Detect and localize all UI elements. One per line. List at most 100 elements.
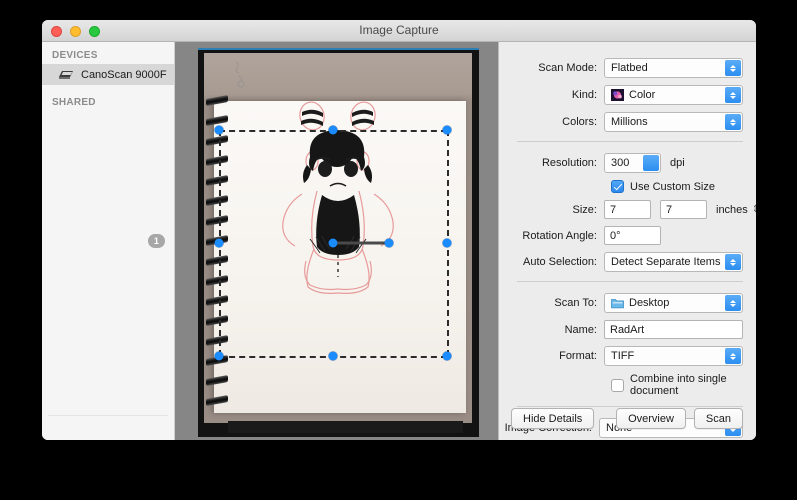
- row-name: Name: RadArt: [499, 320, 756, 339]
- window-body: DEVICES CanoScan 9000F SHARED 1 Scan Mod…: [42, 42, 756, 440]
- row-use-custom-size[interactable]: Use Custom Size: [499, 180, 756, 193]
- resolution-label: Resolution:: [541, 157, 597, 169]
- scanned-photo: [204, 53, 472, 423]
- scanner-bed-top-edge: [198, 48, 479, 50]
- kind-select[interactable]: Color: [604, 85, 743, 105]
- stepper-updown-icon: ⇕: [751, 204, 756, 215]
- scan-button[interactable]: Scan: [693, 408, 743, 429]
- combine-label: Combine into single document: [630, 373, 727, 397]
- size-unit-label: inches: [716, 203, 748, 216]
- kind-label: Kind:: [571, 89, 597, 101]
- scan-preview-area[interactable]: [175, 42, 499, 440]
- format-select[interactable]: TIFF: [604, 346, 743, 366]
- resolution-unit: dpi: [670, 157, 685, 169]
- scanner-bed-shadow: [228, 421, 463, 433]
- sidebar-divider: [48, 415, 168, 416]
- name-input[interactable]: RadArt: [604, 320, 743, 339]
- scan-mode-label: Scan Mode:: [538, 62, 597, 74]
- colors-value: Millions: [611, 116, 648, 128]
- scan-mode-value: Flatbed: [611, 62, 648, 74]
- chevron-down-icon: [643, 155, 659, 171]
- image-capture-window: Image Capture DEVICES CanoScan 9000F SHA…: [42, 20, 756, 440]
- colors-label: Colors:: [562, 116, 597, 128]
- row-size: Size: 7 7 inches ⇕: [499, 200, 756, 219]
- rotation-angle-input[interactable]: 0°: [604, 226, 661, 245]
- chevron-updown-icon: [725, 254, 741, 270]
- spiral-coil: [206, 155, 228, 166]
- character-drawing: [282, 101, 394, 294]
- scanner-icon: [59, 71, 73, 79]
- resolution-value: 300: [611, 157, 630, 169]
- auto-selection-select[interactable]: Detect Separate Items: [604, 252, 743, 272]
- spiral-coil: [206, 115, 228, 126]
- row-scan-to: Scan To: Desktop: [499, 293, 756, 313]
- divider-2: [517, 281, 743, 282]
- color-swatch-icon: [611, 89, 624, 101]
- row-auto-selection: Auto Selection: Detect Separate Items: [499, 252, 756, 272]
- scan-mode-select[interactable]: Flatbed: [604, 58, 743, 78]
- sidebar-section-header-devices: DEVICES: [52, 50, 98, 61]
- format-value: TIFF: [611, 350, 635, 362]
- auto-selection-label: Auto Selection:: [523, 256, 597, 268]
- row-rotation-angle: Rotation Angle: 0°: [499, 226, 756, 245]
- spiral-coil: [206, 275, 228, 286]
- scanner-bed: [198, 48, 479, 437]
- sidebar-item-label: CanoScan 9000F: [81, 68, 167, 81]
- row-resolution: Resolution: 300 dpi: [499, 153, 756, 173]
- spiral-coil: [206, 235, 228, 246]
- sidebar: DEVICES CanoScan 9000F SHARED 1: [42, 42, 175, 440]
- chevron-updown-icon: [725, 295, 741, 311]
- chevron-updown-icon: [725, 114, 741, 130]
- spiral-coil: [206, 175, 228, 186]
- chevron-updown-icon: [725, 60, 741, 76]
- scan-to-value: Desktop: [629, 297, 670, 309]
- spiral-coil: [206, 395, 228, 406]
- spiral-coil: [206, 315, 228, 326]
- chevron-updown-icon: [725, 348, 741, 364]
- spiral-binding: [204, 95, 230, 417]
- size-height-input[interactable]: 7: [660, 200, 707, 219]
- resolution-combo[interactable]: 300: [604, 153, 661, 173]
- title-bar[interactable]: Image Capture: [42, 20, 756, 42]
- row-scan-mode: Scan Mode: Flatbed: [499, 58, 756, 78]
- row-format: Format: TIFF: [499, 346, 756, 366]
- action-button-bar: Hide Details Overview Scan: [499, 408, 756, 429]
- combine-checkbox[interactable]: [611, 378, 624, 392]
- spiral-coil: [206, 135, 228, 146]
- overview-button[interactable]: Overview: [616, 408, 686, 429]
- use-custom-size-checkbox[interactable]: [611, 180, 624, 193]
- divider-3: [517, 406, 743, 407]
- scan-options-panel: Scan Mode: Flatbed Kind: Color Colors: M…: [499, 42, 756, 440]
- kind-value: Color: [629, 89, 656, 101]
- faint-sketch-marks-icon: [235, 61, 245, 88]
- name-label: Name:: [564, 323, 597, 336]
- chevron-updown-icon: [725, 87, 741, 103]
- format-label: Format:: [559, 350, 597, 362]
- size-label: Size:: [572, 203, 597, 216]
- spiral-coil: [206, 195, 228, 206]
- spiral-coil: [206, 375, 228, 386]
- divider-1: [517, 141, 743, 142]
- spiral-coil: [206, 215, 228, 226]
- row-colors: Colors: Millions: [499, 112, 756, 132]
- row-kind: Kind: Color: [499, 85, 756, 105]
- sidebar-section-shared-label: SHARED: [52, 97, 96, 108]
- colors-select[interactable]: Millions: [604, 112, 743, 132]
- scan-to-select[interactable]: Desktop: [604, 293, 743, 313]
- sidebar-item-canoscan-9000f[interactable]: CanoScan 9000F: [42, 64, 174, 85]
- size-unit-stepper[interactable]: inches ⇕: [716, 204, 756, 216]
- size-width-input[interactable]: 7: [604, 200, 651, 219]
- folder-icon: [611, 299, 624, 309]
- window-title: Image Capture: [359, 23, 439, 37]
- spiral-coil: [206, 335, 228, 346]
- use-custom-size-label: Use Custom Size: [630, 180, 715, 193]
- rotation-angle-label: Rotation Angle:: [522, 229, 597, 242]
- hide-details-button[interactable]: Hide Details: [511, 408, 595, 429]
- spiral-coil: [206, 95, 228, 106]
- spiral-coil: [206, 255, 228, 266]
- spiral-coil: [206, 355, 228, 366]
- shared-count-badge: 1: [148, 234, 165, 248]
- row-combine[interactable]: Combine into single document: [499, 373, 756, 397]
- sidebar-section-header-shared[interactable]: SHARED 1: [42, 85, 174, 248]
- scan-to-label: Scan To:: [554, 297, 597, 309]
